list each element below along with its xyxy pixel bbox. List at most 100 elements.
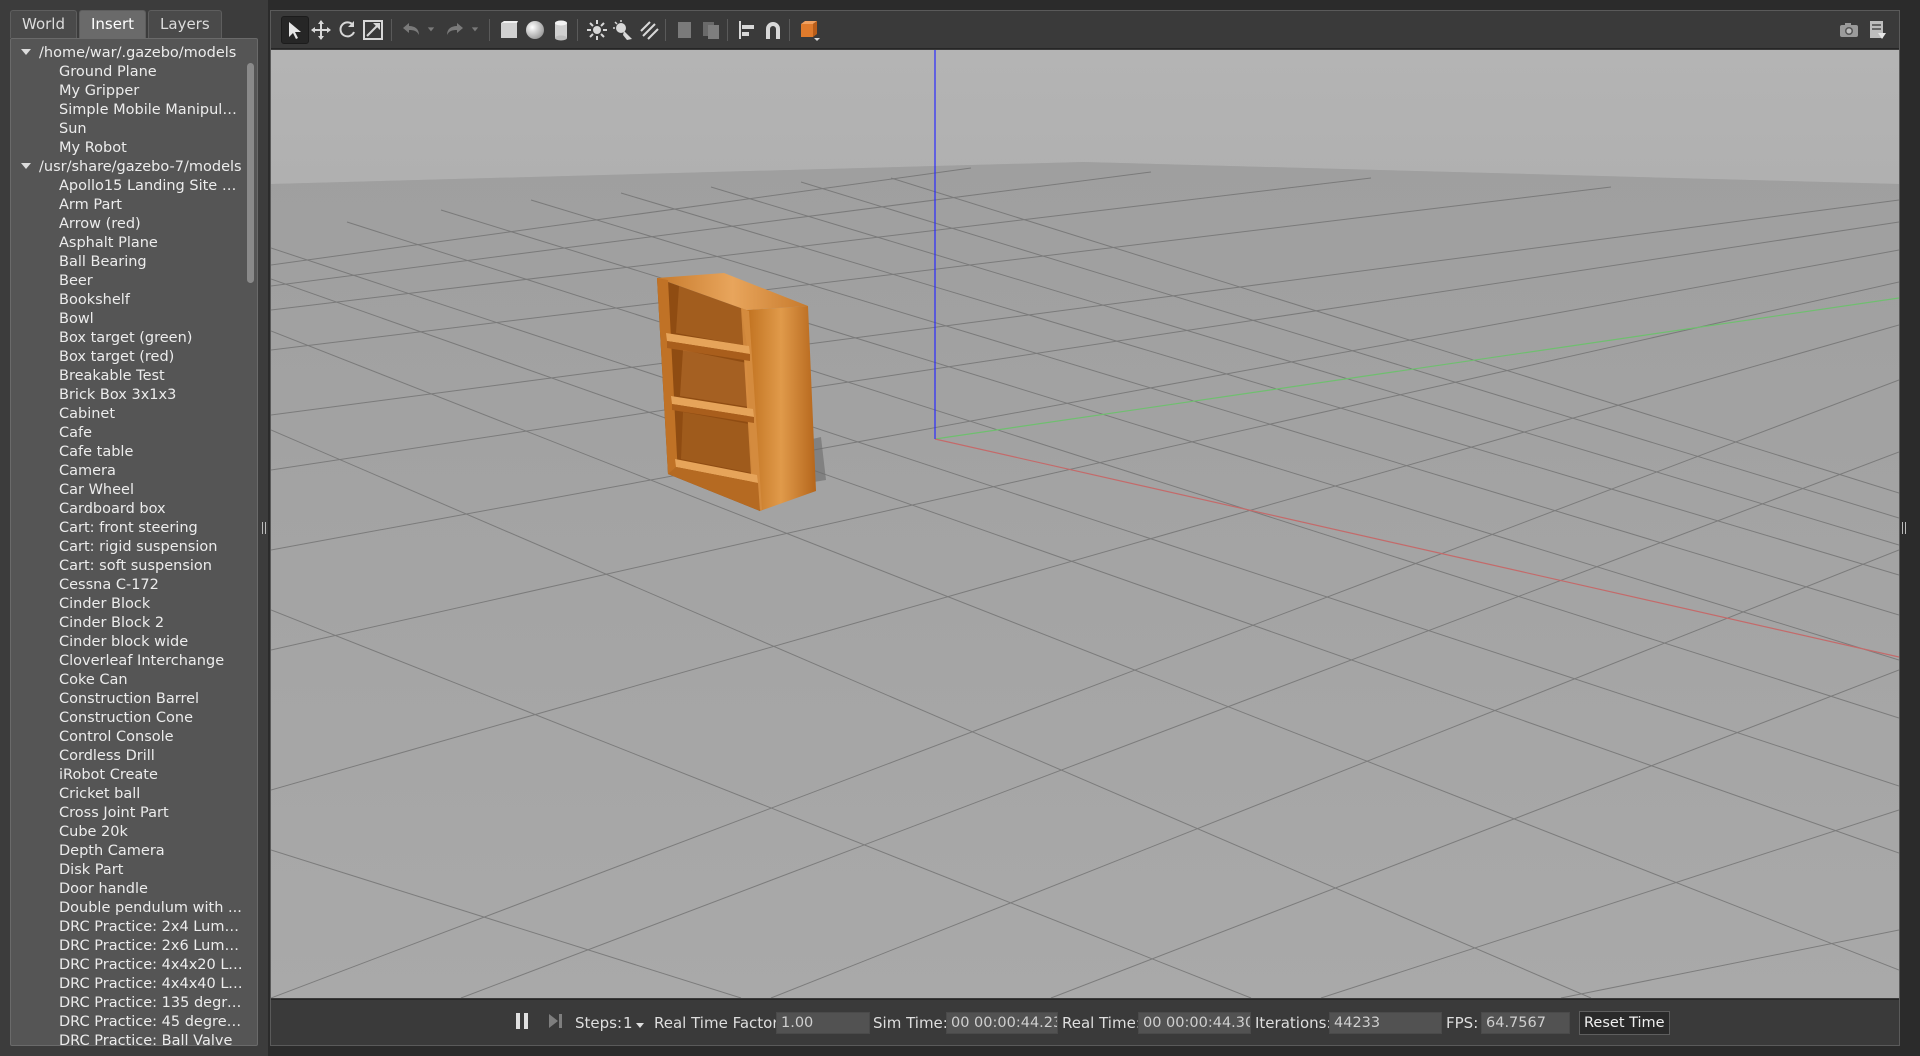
directional-light-button[interactable]	[635, 16, 663, 44]
box-shape-button[interactable]	[495, 16, 523, 44]
model-list-item[interactable]: Cube 20k	[11, 823, 243, 842]
model-list-item[interactable]: Cloverleaf Interchange	[11, 652, 243, 671]
box-icon	[501, 21, 518, 38]
log-button[interactable]	[1863, 16, 1891, 44]
model-list-item[interactable]: Ground Plane	[11, 63, 243, 82]
bookshelf-model[interactable]	[657, 273, 826, 511]
model-list-item[interactable]: Arrow (red)	[11, 215, 243, 234]
model-list-item[interactable]: DRC Practice: 2x4 Lumber	[11, 918, 243, 937]
model-list-item[interactable]: Arm Part	[11, 196, 243, 215]
chevron-down-icon[interactable]	[21, 49, 31, 55]
model-list-item[interactable]: Cardboard box	[11, 500, 243, 519]
right-splitter-handle[interactable]	[1902, 522, 1906, 534]
model-list-item[interactable]: Cabinet	[11, 405, 243, 424]
align-button[interactable]	[733, 16, 761, 44]
sim-time-field: 00 00:00:44.233	[946, 1012, 1058, 1034]
model-list-item[interactable]: Cross Joint Part	[11, 804, 243, 823]
tab-layers[interactable]: Layers	[148, 10, 222, 38]
step-button[interactable]	[547, 1011, 565, 1031]
model-list-item[interactable]: DRC Practice: 4x4x40 Lu...	[11, 975, 243, 994]
point-light-icon	[587, 20, 607, 40]
model-list-item[interactable]: My Robot	[11, 139, 243, 158]
scale-mode-icon	[363, 20, 383, 40]
model-list-item[interactable]: iRobot Create	[11, 766, 243, 785]
cylinder-icon	[555, 20, 567, 41]
tab-insert[interactable]: Insert	[79, 10, 147, 38]
model-list-item[interactable]: Beer	[11, 272, 243, 291]
copy-button[interactable]	[671, 16, 699, 44]
model-list-item[interactable]: Box target (red)	[11, 348, 243, 367]
model-list-item[interactable]: Coke Can	[11, 671, 243, 690]
model-list-item[interactable]: Cinder Block	[11, 595, 243, 614]
folder-share-models[interactable]: /usr/share/gazebo-7/models	[11, 158, 243, 177]
folder-home-models[interactable]: /home/war/.gazebo/models	[11, 44, 243, 63]
model-list-item[interactable]: DRC Practice: Ball Valve	[11, 1032, 243, 1045]
model-list-item[interactable]: Cart: soft suspension	[11, 557, 243, 576]
model-list-item[interactable]: Construction Barrel	[11, 690, 243, 709]
paste-button[interactable]	[697, 16, 725, 44]
model-list-item[interactable]: Cordless Drill	[11, 747, 243, 766]
model-list-item[interactable]: Bowl	[11, 310, 243, 329]
sphere-shape-button[interactable]	[521, 16, 549, 44]
real-time-factor-field: 1.00	[776, 1012, 870, 1034]
model-list-item[interactable]: DRC Practice: 4x4x20 Lu...	[11, 956, 243, 975]
model-list-item[interactable]: My Gripper	[11, 82, 243, 101]
3d-viewport[interactable]	[271, 50, 1899, 998]
model-list-item[interactable]: Double pendulum with ...	[11, 899, 243, 918]
redo-button[interactable]	[441, 16, 469, 44]
undo-history-dropdown[interactable]	[426, 23, 436, 35]
model-list-item[interactable]: Box target (green)	[11, 329, 243, 348]
model-list-item[interactable]: Brick Box 3x1x3	[11, 386, 243, 405]
pause-button[interactable]	[514, 1011, 530, 1031]
model-list-item[interactable]: Asphalt Plane	[11, 234, 243, 253]
steps-spinner[interactable]	[635, 1015, 645, 1035]
reset-time-button[interactable]: Reset Time	[1579, 1011, 1670, 1035]
model-list-item[interactable]: Cart: rigid suspension	[11, 538, 243, 557]
model-list-item[interactable]: Camera	[11, 462, 243, 481]
model-list-item[interactable]: Cinder block wide	[11, 633, 243, 652]
tree-scrollbar-thumb[interactable]	[247, 63, 254, 283]
translate-mode-button[interactable]	[307, 16, 335, 44]
model-list-item[interactable]: Disk Part	[11, 861, 243, 880]
left-splitter-handle[interactable]	[262, 522, 266, 534]
rotate-mode-button[interactable]	[333, 16, 361, 44]
spot-light-button[interactable]	[609, 16, 637, 44]
model-list-item[interactable]: Control Console	[11, 728, 243, 747]
change-view-button[interactable]	[795, 16, 823, 44]
chevron-down-icon	[636, 1023, 644, 1028]
model-tree: /home/war/.gazebo/models Ground Plane My G…	[10, 38, 258, 1046]
model-list-item[interactable]: DRC Practice: 45 degree...	[11, 1013, 243, 1032]
model-list-item[interactable]: Cinder Block 2	[11, 614, 243, 633]
model-list-item[interactable]: Car Wheel	[11, 481, 243, 500]
model-list-item[interactable]: Construction Cone	[11, 709, 243, 728]
model-list-item[interactable]: Bookshelf	[11, 291, 243, 310]
model-list-item[interactable]: Breakable Test	[11, 367, 243, 386]
model-list-item[interactable]: DRC Practice: 2x6 Lumber	[11, 937, 243, 956]
model-list-item[interactable]: DRC Practice: 135 degre...	[11, 994, 243, 1013]
screenshot-button[interactable]	[1835, 16, 1863, 44]
pause-icon	[516, 1013, 528, 1029]
model-list-item[interactable]: Cafe	[11, 424, 243, 443]
tree-scrollbar[interactable]	[246, 63, 254, 1041]
model-list-item[interactable]: Simple Mobile Manipula...	[11, 101, 243, 120]
snap-button[interactable]	[759, 16, 787, 44]
chevron-down-icon[interactable]	[21, 163, 31, 169]
model-list-item[interactable]: Sun	[11, 120, 243, 139]
model-list-item[interactable]: Ball Bearing	[11, 253, 243, 272]
tab-world[interactable]: World	[10, 10, 77, 38]
scale-mode-button[interactable]	[359, 16, 387, 44]
model-list-item[interactable]: Apollo15 Landing Site H...	[11, 177, 243, 196]
model-list-item[interactable]: Cessna C-172	[11, 576, 243, 595]
select-mode-button[interactable]	[281, 16, 309, 44]
redo-history-dropdown[interactable]	[470, 23, 480, 35]
steps-value[interactable]: 1	[623, 1013, 633, 1033]
model-list-item[interactable]: Cart: front steering	[11, 519, 243, 538]
model-list-item[interactable]: Cafe table	[11, 443, 243, 462]
model-list-item[interactable]: Cricket ball	[11, 785, 243, 804]
model-list-item[interactable]: Door handle	[11, 880, 243, 899]
undo-button[interactable]	[397, 16, 425, 44]
model-list-item[interactable]: Depth Camera	[11, 842, 243, 861]
rotate-mode-icon	[339, 21, 355, 38]
cylinder-shape-button[interactable]	[547, 16, 575, 44]
point-light-button[interactable]	[583, 16, 611, 44]
